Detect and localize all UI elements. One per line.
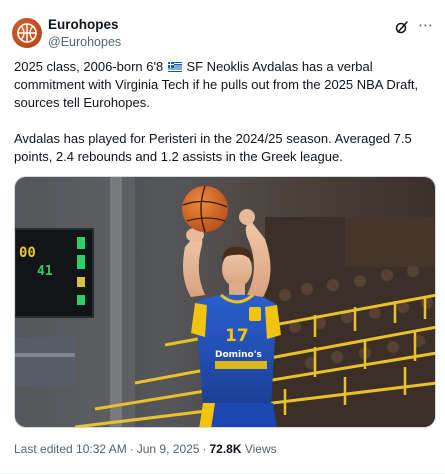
user-handle[interactable]: @Eurohopes: [48, 33, 121, 51]
tweet-photo[interactable]: 00 41 17 Domino's: [14, 176, 436, 428]
tweet-card: Eurohopes @Eurohopes ⋯ 2025 class, 2006-…: [0, 0, 445, 474]
greece-flag-icon: [167, 62, 182, 72]
tweet-paragraph-2: Avdalas has played for Peristeri in the …: [14, 131, 412, 164]
tweet-header: Eurohopes @Eurohopes ⋯: [12, 14, 433, 54]
tweet-meta: Last edited 10:32 AM · Jun 9, 2025 · 72.8K V…: [14, 441, 277, 457]
views-count: 72.8K: [209, 442, 242, 456]
scoreboard-digits-mid: 41: [37, 264, 53, 279]
tweet-text-part-1: 2025 class, 2006-born 6'8: [14, 59, 164, 74]
tweet-date[interactable]: Jun 9, 2025: [137, 442, 200, 456]
tweet-paragraph-1: 2025 class, 2006-born 6'8 SF Neoklis Avd…: [14, 58, 434, 112]
edited-label[interactable]: Last edited 10:32 AM: [14, 442, 127, 456]
jersey-sponsor: Domino's: [215, 350, 262, 360]
jersey-number: 17: [225, 326, 249, 346]
player-shooting-photo: 00 41 17 Domino's: [15, 177, 435, 427]
separator-dot: ·: [129, 442, 134, 456]
views-label: Views: [244, 442, 277, 456]
grok-icon[interactable]: [395, 20, 409, 34]
tweet-text: 2025 class, 2006-born 6'8 SF Neoklis Avd…: [14, 58, 434, 166]
scoreboard-digits-left: 00: [19, 245, 36, 261]
more-options-icon[interactable]: ⋯: [417, 18, 433, 36]
display-name[interactable]: Eurohopes: [48, 17, 121, 33]
account-names: Eurohopes @Eurohopes: [48, 17, 121, 51]
avatar[interactable]: [12, 18, 42, 48]
separator-dot: ·: [202, 442, 207, 456]
basketball-logo-icon: [17, 23, 37, 43]
